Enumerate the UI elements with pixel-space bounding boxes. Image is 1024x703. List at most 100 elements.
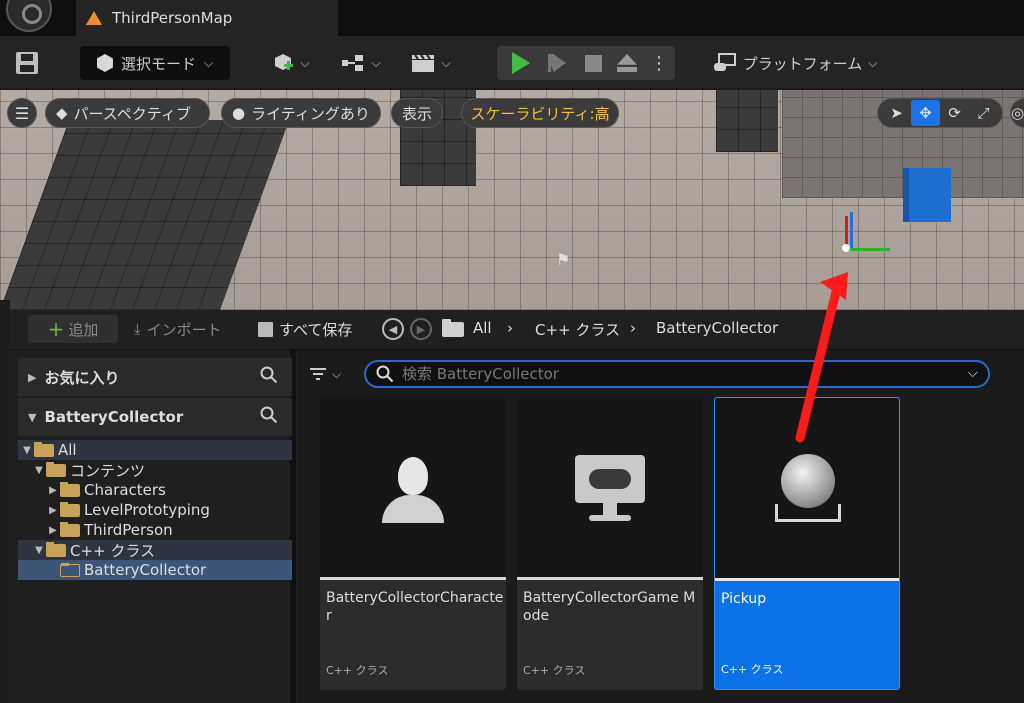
expand-arrow-icon: ▶ xyxy=(28,370,37,384)
panel-edge xyxy=(0,300,10,703)
chevron-down-icon[interactable]: ⌵ xyxy=(967,365,978,381)
add-actor-button[interactable]: ⌵ xyxy=(264,46,318,80)
project-label: BatteryCollector xyxy=(44,408,184,426)
show-button[interactable]: 表示 xyxy=(391,98,443,128)
platforms-button[interactable]: プラットフォーム ⌵ xyxy=(710,46,880,80)
advance-frame-button[interactable] xyxy=(539,46,575,80)
select-tool-icon[interactable]: ➤ xyxy=(882,100,911,126)
folder-icon xyxy=(60,481,80,497)
breadcrumb-cpp-classes[interactable]: C++ クラス xyxy=(535,319,620,340)
tree-item-battery-collector[interactable]: BatteryCollector xyxy=(18,560,292,580)
tree-item-level-prototyping[interactable]: ▶ LevelPrototyping xyxy=(18,500,292,520)
asset-tile-pickup[interactable]: Pickup C++ クラス xyxy=(714,397,900,690)
import-button[interactable]: ⤓ インポート xyxy=(134,315,222,343)
breadcrumb-all[interactable]: All xyxy=(473,319,492,337)
kebab-icon: ⋮ xyxy=(650,52,668,74)
asset-thumbnail xyxy=(715,398,899,581)
scalability-badge[interactable]: スケーラビリティ:高 xyxy=(461,98,619,128)
rotate-tool-icon[interactable]: ⟳ xyxy=(940,100,969,126)
sphere-icon: ● xyxy=(232,104,246,122)
tree-item-label: ThirdPerson xyxy=(84,521,173,539)
level-viewport[interactable]: ⚑ ☰ ◆ パースペクティブ ● ライティングあり 表示 スケーラビリティ:高 … xyxy=(0,90,1024,310)
chevron-down-icon: ⌵ xyxy=(300,55,310,70)
perspective-button[interactable]: ◆ パースペクティブ xyxy=(45,98,210,128)
folder-icon xyxy=(60,521,80,537)
breadcrumb-separator[interactable]: › xyxy=(630,319,636,337)
transform-tools: ➤ ✥ ⟳ ⤢ xyxy=(877,98,1003,128)
favorites-header[interactable]: ▶ お気に入り xyxy=(18,358,292,396)
class-folder-icon xyxy=(60,562,80,577)
title-bar: ThirdPersonMap xyxy=(0,0,1024,36)
tree-item-content[interactable]: ▼ コンテンツ xyxy=(18,460,292,480)
filter-button[interactable]: ⌵ xyxy=(310,362,350,386)
back-button[interactable]: ◀ xyxy=(382,318,404,340)
tree-item-label: LevelPrototyping xyxy=(84,501,210,519)
tree-item-all[interactable]: ▼ All xyxy=(18,440,292,460)
viewport-menu-button[interactable]: ☰ xyxy=(7,98,37,128)
tree-item-cpp-classes[interactable]: ▼ C++ クラス xyxy=(18,540,292,560)
mode-select-button[interactable]: 選択モード ⌵ xyxy=(80,46,230,80)
clapperboard-icon xyxy=(412,54,435,72)
eject-button[interactable] xyxy=(609,46,645,80)
tab-third-person-map[interactable]: ThirdPersonMap xyxy=(76,0,338,36)
unreal-logo-icon[interactable] xyxy=(6,0,52,32)
forward-button[interactable]: ▶ xyxy=(410,318,432,340)
asset-search[interactable]: ⌵ xyxy=(364,360,990,388)
asset-name: BatteryCollectorCharacter xyxy=(326,590,504,624)
lighting-button[interactable]: ● ライティングあり xyxy=(221,98,381,128)
save-all-button[interactable]: すべて保存 xyxy=(258,315,352,343)
asset-tile-character[interactable]: BatteryCollectorCharacter C++ クラス xyxy=(320,397,506,690)
favorites-label: お気に入り xyxy=(44,368,120,387)
tree-item-label: C++ クラス xyxy=(70,541,156,560)
gizmo-x-axis[interactable] xyxy=(846,248,890,251)
save-icon xyxy=(16,52,38,74)
transform-gizmo[interactable] xyxy=(838,210,894,260)
search-icon xyxy=(376,365,394,383)
tree-item-label: コンテンツ xyxy=(70,461,146,480)
chevron-down-icon: ⌵ xyxy=(868,55,878,70)
blueprint-button[interactable]: ⌵ xyxy=(334,46,388,80)
search-icon[interactable] xyxy=(260,406,278,424)
collapse-arrow-icon: ▼ xyxy=(28,410,37,424)
player-start-icon[interactable]: ⚑ xyxy=(556,250,578,272)
search-icon[interactable] xyxy=(260,366,278,384)
scale-tool-icon[interactable]: ⤢ xyxy=(969,100,998,126)
add-label: 追加 xyxy=(68,320,99,339)
tab-label: ThirdPersonMap xyxy=(112,9,233,27)
perspective-label: パースペクティブ xyxy=(73,104,191,123)
breadcrumb-separator[interactable]: › xyxy=(507,319,513,337)
asset-name: Pickup xyxy=(721,591,767,607)
save-all-label: すべて保存 xyxy=(279,320,353,339)
gizmo-pivot[interactable] xyxy=(842,244,850,252)
folder-icon[interactable] xyxy=(442,319,464,337)
tree-item-characters[interactable]: ▶ Characters xyxy=(18,480,292,500)
open-folder-icon xyxy=(34,441,54,457)
cinematics-button[interactable]: ⌵ xyxy=(404,46,458,80)
breadcrumb-battery-collector[interactable]: BatteryCollector xyxy=(656,319,778,337)
add-button[interactable]: + 追加 xyxy=(28,315,118,343)
more-options-button[interactable]: ⋮ xyxy=(647,46,671,80)
collapse-arrow-icon: ▼ xyxy=(35,464,43,476)
asset-tile-game-mode[interactable]: BatteryCollectorGame Mode C++ クラス xyxy=(517,397,703,690)
scalability-label: スケーラビリティ:高 xyxy=(470,104,610,123)
tree-item-third-person[interactable]: ▶ ThirdPerson xyxy=(18,520,292,540)
save-icon xyxy=(258,321,273,337)
search-input[interactable] xyxy=(402,365,962,383)
move-tool-icon[interactable]: ✥ xyxy=(911,100,940,126)
stop-button[interactable] xyxy=(575,46,611,80)
save-button[interactable] xyxy=(10,46,44,80)
mode-label: 選択モード xyxy=(120,54,196,73)
eject-icon xyxy=(617,54,637,72)
project-header[interactable]: ▼ BatteryCollector xyxy=(18,398,292,436)
import-label: インポート xyxy=(146,320,222,339)
folder-icon xyxy=(60,501,80,517)
actor-sphere-icon xyxy=(775,454,841,524)
platform-icon xyxy=(713,53,736,71)
show-label: 表示 xyxy=(402,104,433,123)
blue-cube-actor[interactable] xyxy=(903,168,951,222)
gizmo-z-axis[interactable] xyxy=(850,212,853,248)
chevron-down-icon: ⌵ xyxy=(332,366,342,381)
content-browser: + 追加 ⤓ インポート すべて保存 ◀ ▶ All › C++ クラス › B… xyxy=(10,310,1024,703)
platform-label: プラットフォーム xyxy=(742,54,863,73)
play-button[interactable] xyxy=(503,46,539,80)
